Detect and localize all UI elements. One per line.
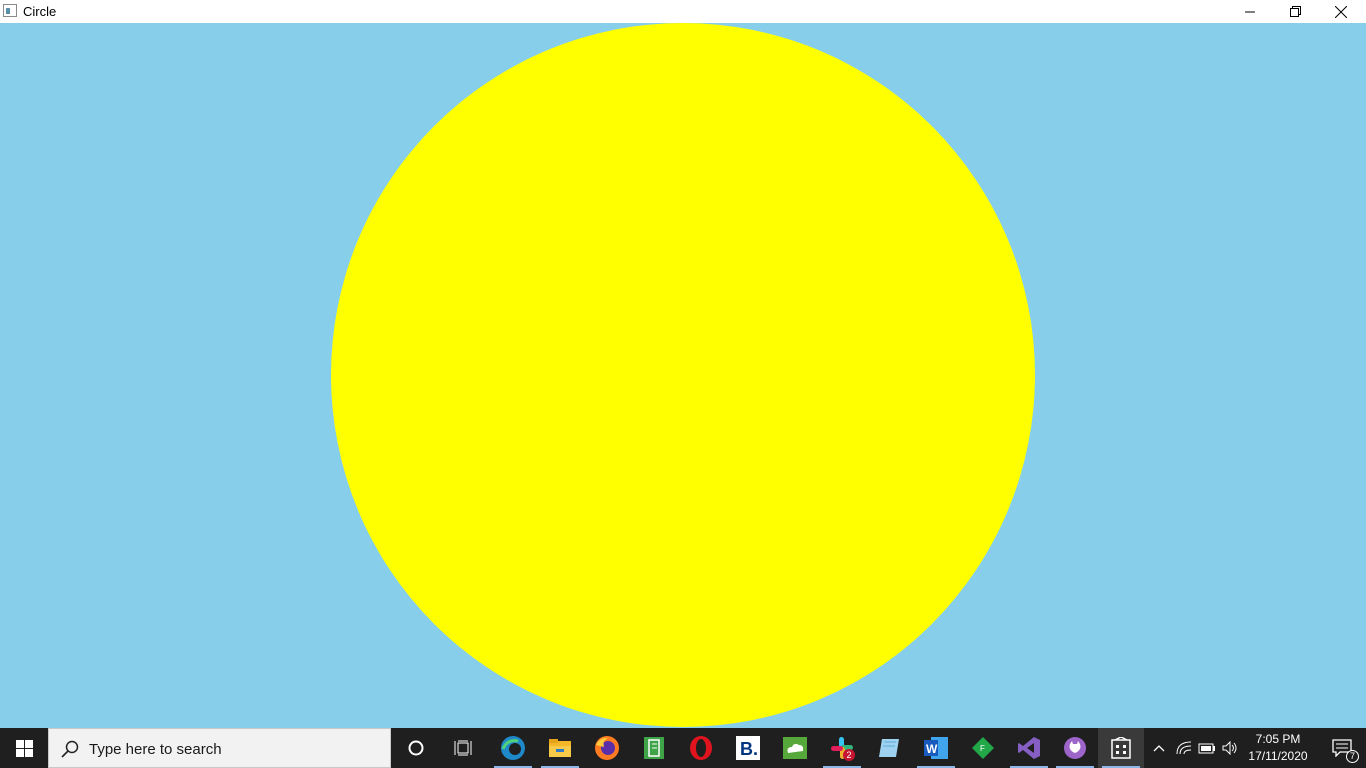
close-icon: [1335, 5, 1347, 18]
taskbar-github[interactable]: [1052, 728, 1098, 768]
minimize-button[interactable]: [1227, 0, 1273, 23]
word-icon: W: [924, 737, 948, 759]
taskbar-edge[interactable]: [490, 728, 536, 768]
wifi-icon: [1176, 741, 1192, 755]
taskbar-firefox[interactable]: [584, 728, 630, 768]
github-icon: [1064, 737, 1086, 759]
taskbar-diamond-app[interactable]: F: [960, 728, 1006, 768]
search-box[interactable]: Type here to search: [48, 728, 391, 768]
canvas-area: [0, 23, 1366, 728]
action-center-button[interactable]: 7: [1318, 728, 1366, 768]
close-button[interactable]: [1318, 0, 1364, 23]
clock-date: 17/11/2020: [1248, 749, 1308, 763]
slack-badge: 2: [843, 749, 855, 761]
green-diamond-icon: F: [972, 737, 994, 759]
taskbar-notes[interactable]: [631, 728, 677, 768]
taskbar-circle-app[interactable]: [1098, 728, 1144, 768]
booking-b-icon: B.: [736, 736, 760, 760]
paper-icon: [879, 739, 899, 757]
taskbar-clock[interactable]: 7:05 PM 17/11/2020: [1244, 731, 1312, 765]
volume-button[interactable]: [1218, 728, 1242, 768]
folder-icon: [549, 739, 571, 757]
taskbar-word[interactable]: W: [913, 728, 959, 768]
task-view-button[interactable]: [440, 728, 486, 768]
chevron-up-icon: [1153, 745, 1165, 752]
show-hidden-icons-button[interactable]: [1147, 728, 1171, 768]
green-notebook-icon: [644, 737, 664, 759]
minimize-icon: [1245, 11, 1255, 12]
taskbar-scratchpad[interactable]: [866, 728, 912, 768]
app-icon: [3, 4, 17, 17]
task-view-icon: [454, 740, 472, 756]
cortana-button[interactable]: [393, 728, 439, 768]
speaker-icon: [1222, 741, 1237, 755]
yellow-circle: [331, 23, 1035, 727]
title-bar: Circle: [0, 0, 1366, 23]
svg-text:W: W: [926, 742, 938, 756]
battery-button[interactable]: [1195, 728, 1219, 768]
app-window-icon: [1111, 737, 1131, 759]
network-button[interactable]: [1172, 728, 1196, 768]
search-placeholder: Type here to search: [89, 741, 222, 758]
svg-text:F: F: [980, 744, 985, 753]
green-cloud-icon: [783, 737, 807, 759]
window-title: Circle: [23, 4, 57, 19]
taskbar-visual-studio[interactable]: [1006, 728, 1052, 768]
start-button[interactable]: [0, 728, 48, 768]
taskbar-opera[interactable]: [678, 728, 724, 768]
restore-button[interactable]: [1272, 0, 1318, 23]
edge-icon: [501, 736, 525, 760]
battery-icon: [1198, 743, 1215, 754]
svg-text:B.: B.: [740, 739, 758, 759]
visual-studio-icon: [1018, 737, 1040, 759]
taskbar-slack[interactable]: 2: [819, 728, 865, 768]
opera-icon: [690, 736, 712, 760]
notification-count-badge: 7: [1346, 750, 1359, 763]
taskbar-file-explorer[interactable]: [537, 728, 583, 768]
firefox-icon: [595, 736, 619, 760]
cortana-circle-icon: [408, 740, 424, 756]
taskbar-cloud-app[interactable]: [772, 728, 818, 768]
clock-time: 7:05 PM: [1255, 732, 1301, 746]
search-icon: [61, 740, 79, 758]
windows-logo-icon: [15, 739, 33, 757]
taskbar: Type here to search B. 2 W F 7:05 PM 17/…: [0, 728, 1366, 768]
restore-icon: [1289, 6, 1301, 17]
taskbar-booking[interactable]: B.: [725, 728, 771, 768]
